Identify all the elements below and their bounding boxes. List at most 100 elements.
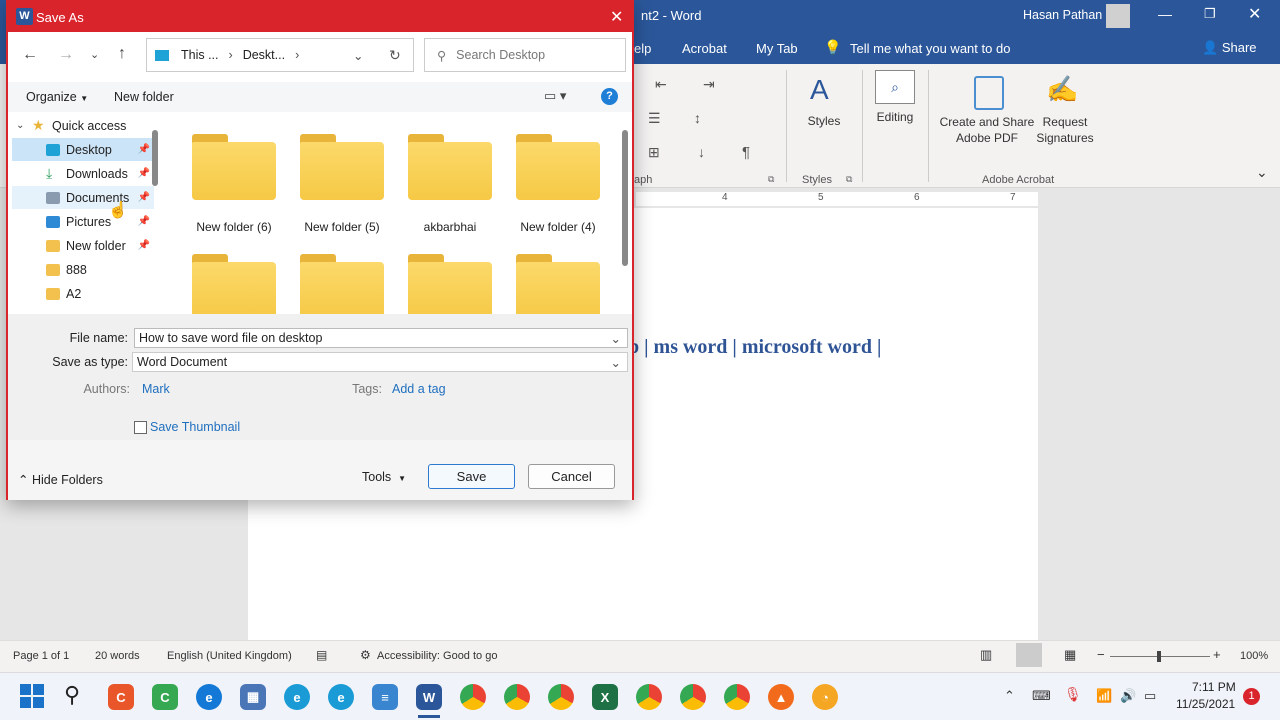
folder-icon[interactable] — [300, 134, 384, 200]
tags-input[interactable]: Add a tag — [392, 382, 446, 396]
align-icon[interactable]: ☰ — [648, 110, 661, 127]
start-button[interactable] — [20, 684, 44, 708]
app-icon[interactable]: C — [152, 684, 178, 710]
app-icon[interactable]: C — [108, 684, 134, 710]
folder-icon[interactable] — [192, 134, 276, 200]
pin-icon[interactable]: 📌 — [138, 216, 150, 227]
nav-scrollbar[interactable] — [152, 130, 158, 186]
collapse-ribbon-icon[interactable]: ⌄ — [1256, 164, 1268, 181]
web-layout-icon[interactable]: ▦ — [1064, 647, 1076, 663]
help-icon[interactable]: ? — [601, 88, 618, 105]
microphone-icon[interactable]: 🎙 — [1064, 686, 1082, 703]
restore-icon[interactable]: ❐ — [1204, 6, 1216, 22]
refresh-icon[interactable]: ↻ — [389, 47, 401, 64]
address-bar[interactable]: This ... › Deskt... › ⌄ ↻ — [146, 38, 414, 72]
chrome-icon[interactable] — [460, 684, 486, 710]
zoom-level[interactable]: 100% — [1240, 650, 1268, 662]
request-signatures-button[interactable]: Request Signatures — [1032, 114, 1098, 146]
folder-label[interactable]: New folder (5) — [288, 220, 396, 234]
user-name[interactable]: Hasan Pathan — [1023, 8, 1102, 22]
pilcrow-icon[interactable]: ¶ — [742, 144, 750, 161]
file-scrollbar[interactable] — [622, 130, 628, 266]
decrease-indent-icon[interactable]: ⇤ — [655, 76, 667, 93]
search-icon[interactable]: ⌕ — [875, 70, 915, 104]
word-count[interactable]: 20 words — [95, 650, 140, 662]
excel-icon[interactable]: X — [592, 684, 618, 710]
nav-quick-access[interactable]: ⌄ ★ Quick access — [12, 114, 154, 137]
tell-me-search[interactable]: Tell me what you want to do — [850, 41, 1010, 56]
signature-icon[interactable]: ✍ — [1046, 74, 1078, 105]
zoom-thumb[interactable] — [1157, 651, 1161, 662]
keyboard-icon[interactable]: ⌨ — [1032, 688, 1051, 704]
close-icon[interactable]: ✕ — [610, 7, 623, 27]
nav-pictures[interactable]: Pictures 📌 — [12, 210, 154, 233]
close-icon[interactable]: ✕ — [1248, 4, 1261, 24]
clock-date[interactable]: 11/25/2021 — [1176, 697, 1235, 711]
folder-icon[interactable] — [516, 134, 600, 200]
nav-888[interactable]: 888 — [12, 258, 154, 281]
accessibility-status[interactable]: Accessibility: Good to go — [377, 650, 497, 662]
avatar[interactable] — [1106, 4, 1130, 28]
pin-icon[interactable]: 📌 — [138, 168, 150, 179]
breadcrumb-this-pc[interactable]: This ... — [181, 48, 219, 62]
app-icon[interactable]: ◔ — [812, 684, 838, 710]
pin-icon[interactable]: 📌 — [138, 144, 150, 155]
tools-button[interactable]: Tools ▼ — [362, 470, 406, 484]
sort-icon[interactable]: ↓ — [698, 144, 705, 160]
tab-help[interactable]: elp — [634, 41, 651, 56]
authors-value[interactable]: Mark — [142, 382, 170, 396]
borders-icon[interactable]: ⊞ — [648, 144, 660, 161]
zoom-out-icon[interactable]: − — [1097, 647, 1105, 662]
file-name-field[interactable]: How to save word file on desktop ⌄ — [134, 328, 628, 348]
chevron-down-icon[interactable]: ⌄ — [90, 48, 99, 61]
folder-icon[interactable] — [192, 254, 276, 314]
create-share-pdf-button[interactable]: Create and Share Adobe PDF — [938, 114, 1036, 146]
pdf-share-icon[interactable] — [974, 76, 1004, 110]
chevron-down-icon[interactable]: ⌄ — [353, 48, 363, 63]
app-icon[interactable]: ▦ — [240, 684, 266, 710]
save-thumbnail-checkbox[interactable] — [134, 421, 147, 434]
volume-icon[interactable]: 🔊 — [1120, 688, 1136, 704]
hide-folders-button[interactable]: ⌃ Hide Folders — [18, 472, 103, 487]
view-options-icon[interactable]: ▭ ▾ — [544, 88, 566, 104]
proofing-icon[interactable]: ▤ — [316, 648, 327, 662]
chrome-icon[interactable] — [680, 684, 706, 710]
styles-button[interactable]: Styles — [804, 114, 844, 128]
increase-indent-icon[interactable]: ⇥ — [703, 76, 715, 93]
nav-downloads[interactable]: ⤓ Downloads 📌 — [12, 162, 154, 185]
nav-documents[interactable]: Documents 📌 — [12, 186, 154, 209]
chevron-down-icon[interactable]: ⌄ — [611, 355, 621, 370]
edge-icon[interactable]: e — [196, 684, 222, 710]
app-icon[interactable]: ▲ — [768, 684, 794, 710]
chrome-icon[interactable] — [636, 684, 662, 710]
document-text[interactable]: p | ms word | microsoft word | — [628, 336, 881, 359]
language[interactable]: English (United Kingdom) — [167, 650, 292, 662]
chevron-down-icon[interactable]: ⌄ — [16, 120, 24, 131]
new-folder-button[interactable]: New folder — [114, 90, 174, 104]
chrome-icon[interactable] — [724, 684, 750, 710]
search-input[interactable]: ⚲ Search Desktop — [424, 38, 626, 72]
forward-icon[interactable]: → — [58, 46, 74, 64]
nav-a2[interactable]: A2 — [12, 282, 154, 305]
pin-icon[interactable]: 📌 — [138, 192, 150, 203]
styles-icon[interactable]: A — [810, 74, 829, 106]
chevron-down-icon[interactable]: ⌄ — [611, 331, 621, 346]
clock-time[interactable]: 7:11 PM — [1192, 680, 1236, 694]
save-thumbnail-label[interactable]: Save Thumbnail — [150, 420, 240, 434]
minimize-icon[interactable]: — — [1158, 6, 1172, 22]
nav-new-folder[interactable]: New folder 📌 — [12, 234, 154, 257]
save-button[interactable]: Save — [428, 464, 515, 489]
save-type-select[interactable]: Word Document ⌄ — [132, 352, 628, 372]
read-mode-icon[interactable]: ▥ — [980, 647, 992, 663]
pin-icon[interactable]: 📌 — [138, 240, 150, 251]
wifi-icon[interactable]: 📶 — [1096, 688, 1112, 704]
accessibility-icon[interactable]: ⚙ — [360, 648, 371, 662]
zoom-in-icon[interactable]: + — [1213, 647, 1221, 662]
print-layout-icon[interactable] — [1016, 643, 1042, 667]
dialog-launcher-icon[interactable]: ⧉ — [846, 174, 852, 185]
page-count[interactable]: Page 1 of 1 — [13, 650, 69, 662]
up-icon[interactable]: ↑ — [118, 45, 126, 63]
organize-button[interactable]: Organize ▼ — [26, 90, 88, 104]
tab-acrobat[interactable]: Acrobat — [682, 41, 727, 56]
notepad-icon[interactable]: ≡ — [372, 684, 398, 710]
